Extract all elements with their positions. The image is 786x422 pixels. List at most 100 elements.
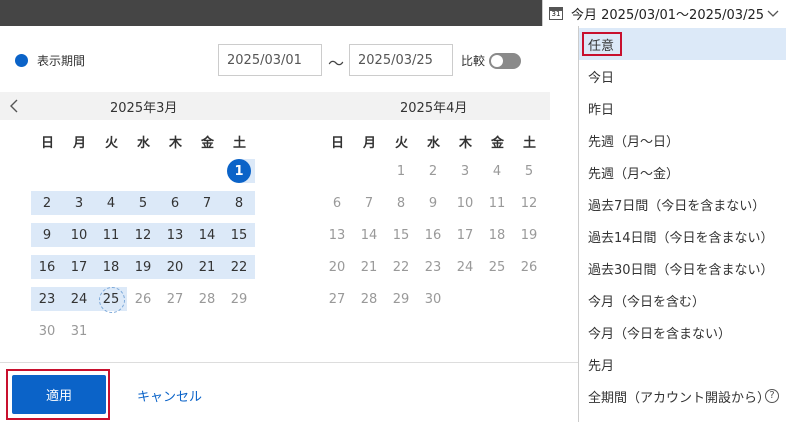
calendar-day[interactable]: 13	[321, 223, 353, 247]
calendar-day[interactable]: 4	[481, 159, 513, 183]
preset-option[interactable]: 全期間（アカウント開設から）?	[579, 380, 786, 412]
calendar-day[interactable]: 28	[353, 287, 385, 311]
preset-option-label: 先週（月〜日）	[588, 134, 680, 150]
preset-option[interactable]: 今日	[579, 60, 786, 92]
calendar-day[interactable]: 14	[353, 223, 385, 247]
preset-option[interactable]: 先週（月〜金）	[579, 156, 786, 188]
weekday-header: 土	[233, 136, 247, 151]
calendar-day[interactable]: 7	[191, 191, 223, 215]
calendar-day[interactable]: 23	[417, 255, 449, 279]
calendar-day[interactable]: 29	[223, 287, 255, 311]
start-date-input[interactable]: 2025/03/01	[218, 44, 322, 76]
compare-toggle[interactable]	[489, 52, 522, 69]
calendar-day[interactable]: 8	[385, 191, 417, 215]
calendar-day[interactable]: 2	[31, 191, 63, 215]
calendar-day[interactable]: 26	[513, 255, 545, 279]
calendar-day[interactable]: 22	[223, 255, 255, 279]
preset-option-label: 過去14日間（今日を含まない）	[588, 230, 774, 246]
preset-option[interactable]: 過去30日間（今日を含まない）	[579, 252, 786, 284]
calendar-day[interactable]: 14	[191, 223, 223, 247]
preset-option[interactable]: 今月（今日を含まない）	[579, 316, 786, 348]
cancel-link[interactable]: キャンセル	[137, 386, 202, 405]
preset-option-label: 今日	[588, 70, 615, 86]
help-icon[interactable]: ?	[765, 389, 779, 403]
period-legend-label: 表示期間	[37, 54, 86, 68]
weekday-header: 火	[395, 136, 409, 151]
preset-highlight-box	[582, 32, 622, 56]
end-date-input[interactable]: 2025/03/25	[349, 44, 453, 76]
calendar-day[interactable]: 1	[385, 159, 417, 183]
calendar-day[interactable]: 9	[417, 191, 449, 215]
month-title-march: 2025年3月	[110, 101, 178, 116]
preset-option[interactable]: 今月（今日を含む）	[579, 284, 786, 316]
month-header-bar: 2025年3月 2025年4月	[0, 92, 550, 120]
calendar-day[interactable]: 5	[127, 191, 159, 215]
calendar-day[interactable]: 27	[321, 287, 353, 311]
calendar-day[interactable]: 12	[513, 191, 545, 215]
calendar-day[interactable]: 29	[385, 287, 417, 311]
calendar-day[interactable]: 21	[191, 255, 223, 279]
compare-label: 比較	[461, 54, 486, 68]
calendar-day[interactable]: 3	[63, 191, 95, 215]
calendar-day[interactable]: 28	[191, 287, 223, 311]
preset-option-label: 昨日	[588, 102, 615, 118]
calendar-day[interactable]: 6	[159, 191, 191, 215]
calendar-day[interactable]: 11	[95, 223, 127, 247]
calendar-day[interactable]: 17	[63, 255, 95, 279]
calendar-day[interactable]: 1	[223, 159, 255, 183]
calendar-day[interactable]: 31	[63, 319, 95, 343]
calendar-day[interactable]: 18	[481, 223, 513, 247]
calendar-day[interactable]: 25	[481, 255, 513, 279]
chevron-left-icon[interactable]	[8, 99, 20, 113]
calendar-day[interactable]: 20	[159, 255, 191, 279]
calendar-day[interactable]: 6	[321, 191, 353, 215]
calendar-day[interactable]: 23	[31, 287, 63, 311]
calendar-day[interactable]: 24	[449, 255, 481, 279]
calendar-day[interactable]: 16	[417, 223, 449, 247]
calendar-day[interactable]: 10	[449, 191, 481, 215]
weekday-header: 日	[331, 136, 345, 151]
calendar-day[interactable]: 15	[223, 223, 255, 247]
weekday-header: 木	[459, 136, 473, 151]
calendar-day[interactable]: 8	[223, 191, 255, 215]
calendar-day[interactable]: 26	[127, 287, 159, 311]
calendar-day[interactable]: 2	[417, 159, 449, 183]
preset-option[interactable]: 先週（月〜日）	[579, 124, 786, 156]
preset-option-label: 全期間（アカウント開設から）	[588, 390, 771, 406]
calendar-day[interactable]: 19	[513, 223, 545, 247]
date-separator: 〜	[328, 54, 345, 73]
preset-option[interactable]: 過去14日間（今日を含まない）	[579, 220, 786, 252]
apply-highlight-box	[6, 369, 110, 420]
calendar-day[interactable]: 20	[321, 255, 353, 279]
calendar-day[interactable]: 30	[417, 287, 449, 311]
preset-option[interactable]: 任意	[579, 28, 786, 60]
calendar-day[interactable]: 7	[353, 191, 385, 215]
calendar-day[interactable]: 18	[95, 255, 127, 279]
weekday-header: 水	[137, 136, 151, 151]
calendar-day[interactable]: 30	[31, 319, 63, 343]
calendar-day[interactable]: 5	[513, 159, 545, 183]
calendar-day[interactable]: 17	[449, 223, 481, 247]
calendar-day[interactable]: 24	[63, 287, 95, 311]
calendar-day[interactable]: 27	[159, 287, 191, 311]
preset-option[interactable]: 先月	[579, 348, 786, 380]
calendar-day[interactable]: 13	[159, 223, 191, 247]
weekday-header: 月	[73, 136, 87, 151]
weekday-header: 月	[363, 136, 377, 151]
top-bar: 31 今月 2025/03/01〜2025/03/25	[0, 0, 786, 26]
calendar-day[interactable]: 16	[31, 255, 63, 279]
calendar-day[interactable]: 9	[31, 223, 63, 247]
calendar-day[interactable]: 3	[449, 159, 481, 183]
calendar-day[interactable]: 10	[63, 223, 95, 247]
calendar-day[interactable]: 21	[353, 255, 385, 279]
calendar-day[interactable]: 15	[385, 223, 417, 247]
calendar-day[interactable]: 11	[481, 191, 513, 215]
calendar-day[interactable]: 12	[127, 223, 159, 247]
preset-option[interactable]: 昨日	[579, 92, 786, 124]
calendar-day[interactable]: 19	[127, 255, 159, 279]
calendar-day[interactable]: 25	[95, 287, 127, 313]
date-range-dropdown[interactable]: 31 今月 2025/03/01〜2025/03/25	[542, 0, 786, 26]
calendar-day[interactable]: 22	[385, 255, 417, 279]
preset-option[interactable]: 過去7日間（今日を含まない）	[579, 188, 786, 220]
calendar-day[interactable]: 4	[95, 191, 127, 215]
